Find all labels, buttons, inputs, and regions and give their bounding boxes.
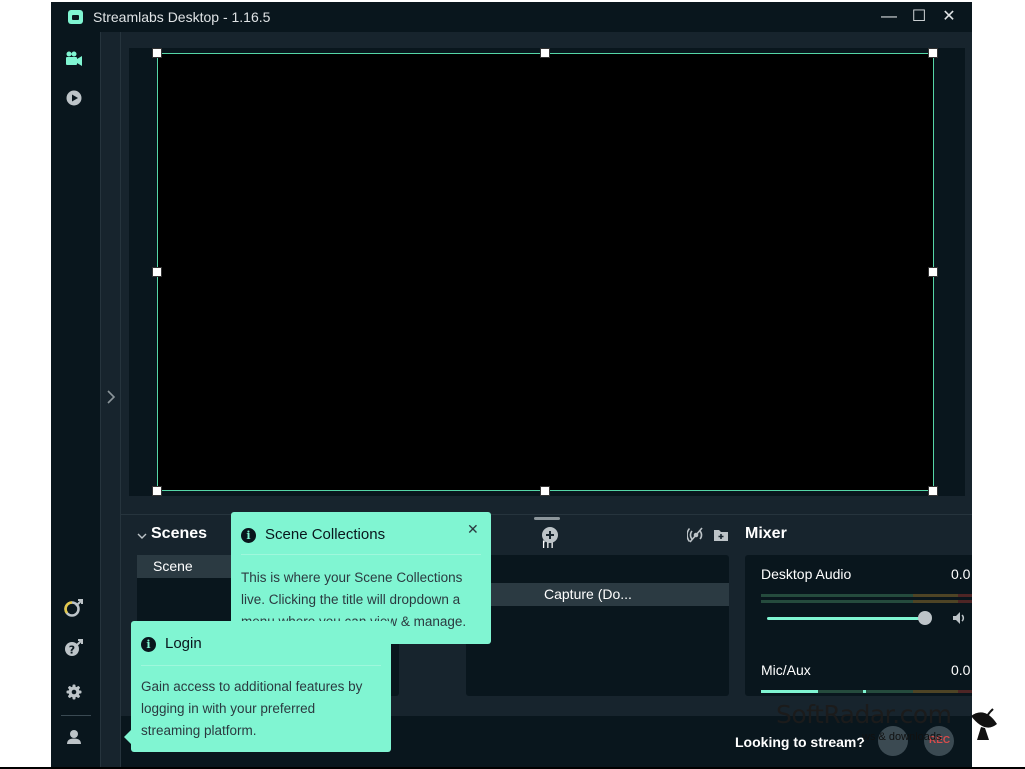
tooltip-line: This is where your Scene Collections xyxy=(241,570,463,585)
window-title: Streamlabs Desktop - 1.16.5 xyxy=(93,9,271,25)
volume-slider-track[interactable] xyxy=(767,617,925,620)
login-tooltip: i Login Gain access to additional featur… xyxy=(124,621,391,752)
tooltip-line: streaming platform. xyxy=(141,723,257,738)
tooltip-divider xyxy=(241,554,481,555)
speaker-icon[interactable] xyxy=(951,610,967,631)
add-source-icon[interactable] xyxy=(542,527,558,543)
info-icon: i xyxy=(241,528,256,543)
nav-divider xyxy=(61,715,91,716)
title-bar[interactable]: Streamlabs Desktop - 1.16.5 — ☐ ✕ xyxy=(51,2,972,32)
volume-meter xyxy=(761,600,972,603)
mixer-channel-name: Desktop Audio xyxy=(761,566,852,582)
dock-resize-handle[interactable] xyxy=(534,517,560,520)
tooltip-line: Gain access to additional features by xyxy=(141,679,363,694)
scenes-title[interactable]: Scenes xyxy=(151,525,207,543)
close-tooltip-button[interactable]: ✕ xyxy=(467,521,479,538)
mixer-channel-name: Mic/Aux xyxy=(761,662,811,678)
volume-meter xyxy=(761,594,972,597)
satellite-dish-icon xyxy=(965,702,1003,747)
help-icon[interactable]: ? xyxy=(64,638,84,658)
resize-handle[interactable] xyxy=(928,48,938,58)
volume-slider-handle[interactable] xyxy=(918,611,932,625)
close-window-button[interactable]: ✕ xyxy=(938,6,960,28)
editor-display xyxy=(129,48,965,496)
list-item[interactable]: Capture (Do... xyxy=(466,583,729,606)
source-name: Capture (Do... xyxy=(544,586,632,602)
volume-meter xyxy=(761,690,972,693)
chevron-right-icon[interactable] xyxy=(106,390,116,404)
layout-icon[interactable] xyxy=(64,598,84,618)
tooltip-line: logging in with your preferred xyxy=(141,701,316,716)
tooltip-title: Scene Collections xyxy=(265,526,386,543)
scene-canvas[interactable] xyxy=(157,53,934,491)
mixer-panel: Desktop Audio 0.0 dB xyxy=(745,555,972,696)
resize-handle[interactable] xyxy=(540,48,550,58)
info-icon: i xyxy=(141,637,156,652)
sources-list: Capture (Do... xyxy=(466,555,729,696)
tooltip-arrow xyxy=(124,730,131,744)
resize-handle[interactable] xyxy=(152,48,162,58)
streamlabs-window: Streamlabs Desktop - 1.16.5 — ☐ ✕ ? Scen… xyxy=(51,2,972,767)
tooltip-divider xyxy=(141,665,381,666)
collapsed-panel-strip xyxy=(101,32,121,767)
resize-handle[interactable] xyxy=(152,267,162,277)
softradar-watermark: SoftRadar.com xyxy=(776,700,952,729)
minimize-button[interactable]: — xyxy=(878,6,900,28)
looking-to-stream-text[interactable]: Looking to stream? xyxy=(735,734,865,750)
watermark-tagline: ws & downloads xyxy=(862,731,942,743)
maximize-button[interactable]: ☐ xyxy=(908,6,930,28)
resize-handle[interactable] xyxy=(540,486,550,496)
tooltip-body: Gain access to additional features by lo… xyxy=(141,676,362,742)
svg-text:?: ? xyxy=(69,644,75,657)
chevron-down-icon[interactable] xyxy=(137,528,147,546)
user-icon[interactable] xyxy=(64,727,84,747)
resize-handle[interactable] xyxy=(152,486,162,496)
gear-icon[interactable] xyxy=(64,682,84,702)
screenshot-frame: Streamlabs Desktop - 1.16.5 — ☐ ✕ ? Scen… xyxy=(0,0,1025,769)
resize-handle[interactable] xyxy=(928,486,938,496)
tooltip-line: live. Clicking the title will dropdown a xyxy=(241,592,461,607)
streamlabs-logo-icon xyxy=(68,10,83,24)
resize-handle[interactable] xyxy=(928,267,938,277)
mixer-channel-level: 0.0 dB xyxy=(951,566,972,582)
side-navigation: ? xyxy=(51,32,101,767)
scene-name: Scene xyxy=(153,558,193,574)
tooltip-title: Login xyxy=(165,635,202,652)
add-folder-icon[interactable] xyxy=(713,527,729,548)
mixer-channel-level: 0.0 dB xyxy=(951,662,972,678)
camera-icon[interactable] xyxy=(64,49,84,69)
broadcast-icon[interactable] xyxy=(686,527,705,548)
play-icon[interactable] xyxy=(64,88,84,108)
mixer-title: Mixer xyxy=(745,525,787,542)
